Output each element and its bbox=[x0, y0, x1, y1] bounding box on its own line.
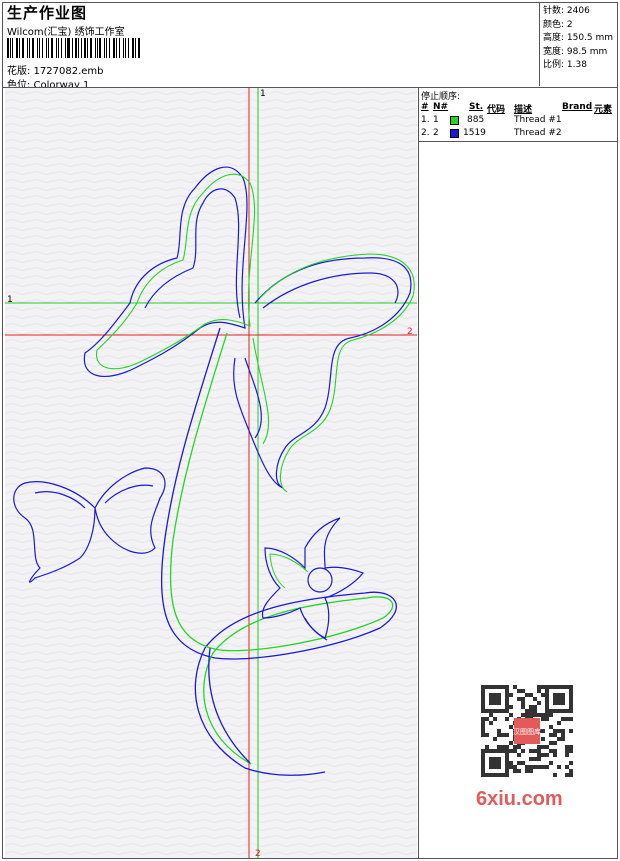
divider bbox=[419, 141, 618, 142]
qr-code-icon: 汉图图库 bbox=[480, 684, 575, 779]
divider bbox=[418, 88, 419, 859]
thread-desc: Thread #1 bbox=[514, 115, 562, 125]
thread-row[interactable]: 1. 1 885 Thread #1 bbox=[419, 115, 618, 127]
watermark: 汉图图库 6xiu.com bbox=[470, 680, 590, 820]
col-code: 代码 bbox=[487, 105, 506, 115]
thread-row[interactable]: 2. 2 1519 Thread #2 bbox=[419, 128, 618, 140]
guide-label-top: 1 bbox=[260, 89, 266, 99]
row-index: 2. bbox=[421, 128, 430, 138]
thread-code: 885 bbox=[467, 115, 485, 125]
thread-panel: 停止顺序: # N# St. 代码 描述 Brand 元素 1. 1 885 T… bbox=[419, 88, 618, 142]
color-count: 颜色: 2 bbox=[543, 19, 573, 30]
design-canvas[interactable]: 1 1 2 2 bbox=[5, 88, 417, 858]
page-title: 生产作业图 bbox=[7, 4, 88, 22]
guide-label-right: 2 bbox=[407, 327, 413, 337]
company-name: Wilcom(汇宝) 绣饰工作室 bbox=[7, 27, 125, 38]
stop-sequence-title: 停止顺序: bbox=[421, 92, 461, 102]
row-n: 1 bbox=[433, 115, 439, 125]
col-desc: 描述 bbox=[514, 105, 533, 115]
stats-box: 针数: 2406 颜色: 2 高度: 150.5 mm 宽度: 98.5 mm … bbox=[539, 2, 618, 86]
thread-desc: Thread #2 bbox=[514, 128, 562, 138]
design-scale: 比例: 1.38 bbox=[543, 60, 587, 70]
col-n: N# bbox=[433, 102, 449, 112]
embroidery-preview: 1 1 2 2 bbox=[5, 88, 417, 858]
thread-swatch bbox=[450, 116, 459, 125]
col-st: St. bbox=[469, 102, 484, 112]
col-brand: Brand bbox=[562, 102, 593, 112]
stitch-count: 针数: 2406 bbox=[543, 6, 590, 16]
barcode bbox=[7, 38, 143, 58]
row-n: 2 bbox=[433, 128, 439, 138]
col-element: 元素 bbox=[594, 105, 613, 115]
guide-label-bottom: 2 bbox=[255, 849, 261, 858]
svg-text:汉图图库: 汉图图库 bbox=[513, 727, 541, 736]
watermark-text: 6xiu.com bbox=[476, 788, 563, 810]
header: 生产作业图 Wilcom(汇宝) 绣饰工作室 花版: 1727082.emb 色… bbox=[3, 2, 539, 91]
guide-label-left: 1 bbox=[7, 295, 13, 305]
design-file: 花版: 1727082.emb bbox=[7, 66, 104, 77]
row-index: 1. bbox=[421, 115, 430, 125]
thread-code: 1519 bbox=[463, 128, 486, 138]
design-width: 宽度: 98.5 mm bbox=[543, 46, 608, 57]
design-height: 高度: 150.5 mm bbox=[543, 33, 614, 43]
col-hash: # bbox=[421, 102, 429, 112]
thread-swatch bbox=[450, 129, 459, 138]
